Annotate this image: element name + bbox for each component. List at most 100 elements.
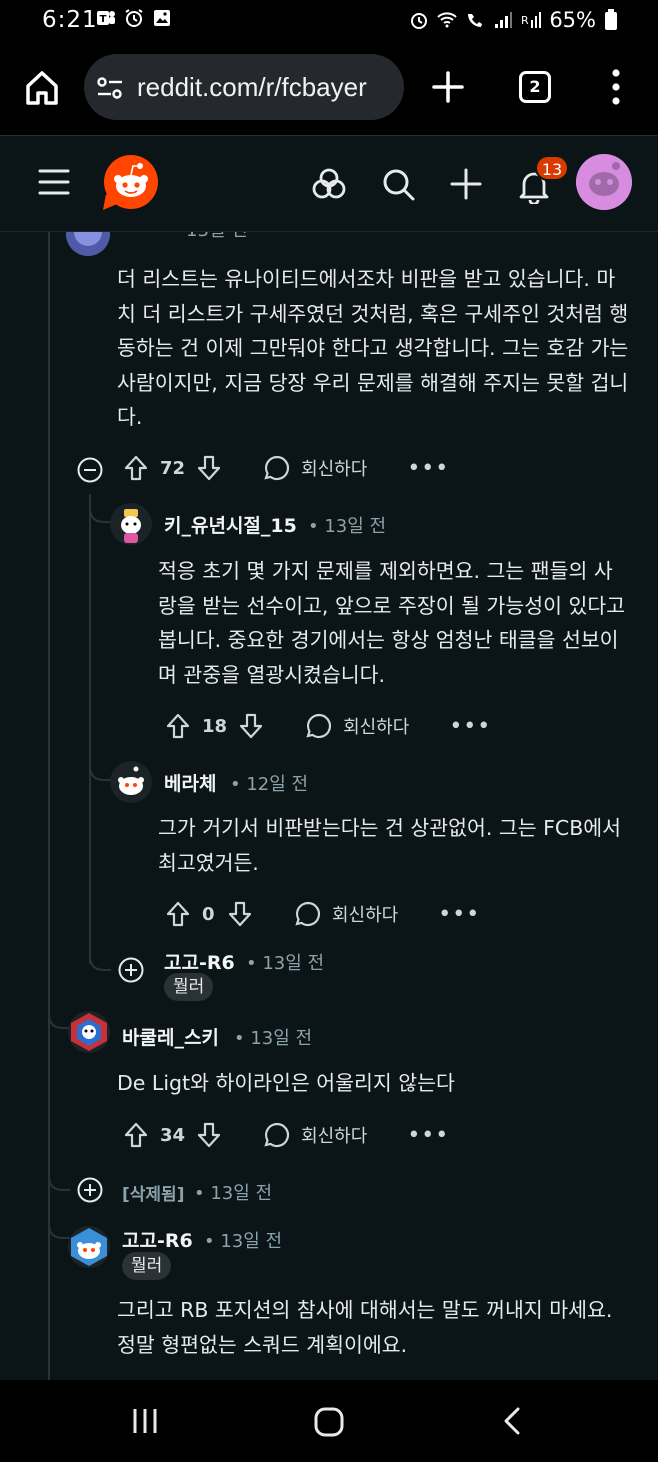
url-text: reddit.com/r/fcbayer	[137, 72, 367, 102]
comments-thread: 13일 전 더 리스트는 유나이티드에서조차 비판을 받고 있습니다. 마치 더…	[0, 232, 658, 1380]
c4-username[interactable]: 고고-R6	[164, 948, 235, 975]
c2-body: 적응 초기 몇 가지 문제를 제외하면요. 그는 팬들의 사랑을 받는 선수이고…	[158, 559, 626, 687]
notification-badge: 13	[535, 155, 569, 181]
c1-reply-label: 회신하다	[301, 459, 368, 480]
svg-text:T: T	[100, 14, 107, 25]
thread-branch	[48, 1210, 70, 1239]
c1-time: 13일 전	[186, 232, 248, 242]
c2-vote-count: 18	[202, 715, 228, 737]
upvote-icon[interactable]	[122, 1121, 150, 1149]
thread-line-c1	[89, 494, 91, 964]
create-post-icon[interactable]	[448, 166, 484, 202]
user-avatar[interactable]	[576, 154, 632, 210]
downvote-icon[interactable]	[226, 900, 254, 928]
c5-body: De Ligt와 하이라인은 어울리지 않는다	[117, 1071, 455, 1095]
browser-menu-icon[interactable]	[604, 66, 628, 108]
c5-username[interactable]: 바쿨레_스키	[122, 1023, 219, 1050]
recent-apps-icon[interactable]	[130, 1406, 160, 1436]
c1-more-options-icon[interactable]: •••	[407, 456, 449, 481]
alarm-icon	[125, 9, 143, 27]
upvote-icon[interactable]	[122, 454, 150, 482]
c5-time: • 13일 전	[234, 1028, 313, 1049]
site-settings-icon[interactable]	[96, 76, 124, 100]
back-icon[interactable]	[500, 1406, 526, 1436]
c5-vote-count: 34	[160, 1124, 186, 1146]
reddit-logo-icon[interactable]	[103, 154, 159, 210]
c7-avatar-icon	[71, 1228, 107, 1266]
user-avatar-icon	[576, 154, 632, 210]
c2-time: • 13일 전	[308, 516, 387, 537]
new-tab-icon[interactable]	[430, 69, 466, 105]
c2-actions: 18 회신하다 •••	[164, 708, 491, 744]
c1-avatar[interactable]	[66, 232, 110, 256]
c3-body: 그가 거기서 비판받는다는 건 상관없어. 그는 FCB에서 최고였거든.	[158, 816, 621, 875]
collapse-icon[interactable]	[77, 457, 103, 483]
tab-switcher-button[interactable]: 2	[519, 71, 551, 103]
c7-time: • 13일 전	[204, 1231, 283, 1252]
browser-toolbar: reddit.com/r/fcbayer 2	[0, 40, 658, 136]
downvote-icon[interactable]	[195, 1121, 223, 1149]
wifi-call-icon	[468, 14, 483, 27]
popular-icon[interactable]	[311, 166, 347, 202]
battery-icon	[605, 9, 617, 30]
c5-actions: 34 회신하다 •••	[122, 1117, 449, 1153]
c7-username[interactable]: 고고-R6	[122, 1226, 193, 1253]
c3-vote-count: 0	[202, 903, 215, 925]
downvote-icon[interactable]	[195, 454, 223, 482]
thread-branch	[48, 1162, 70, 1191]
c5-reply-label: 회신하다	[301, 1126, 368, 1147]
c3-username[interactable]: 베라체	[164, 769, 216, 796]
home-nav-icon[interactable]	[313, 1406, 345, 1438]
home-icon[interactable]	[22, 68, 62, 108]
c6-username: [삭제됨]	[122, 1180, 184, 1205]
signal-icon	[495, 12, 513, 28]
c5-more-options-icon[interactable]: •••	[407, 1123, 449, 1148]
c3-more-options-icon[interactable]: •••	[438, 902, 480, 927]
reddit-header: 13	[0, 136, 658, 232]
thread-line-root	[48, 232, 50, 1380]
c6-time: • 13일 전	[194, 1183, 273, 1204]
expand-icon[interactable]	[77, 1177, 103, 1203]
reply-bubble-icon	[264, 455, 290, 481]
expand-icon[interactable]	[118, 957, 144, 983]
address-bar[interactable]: reddit.com/r/fcbayer	[84, 54, 404, 120]
c2-avatar-icon	[110, 503, 152, 545]
c2-avatar[interactable]	[110, 503, 152, 545]
c2-username[interactable]: 키_유년시절_15	[164, 511, 297, 538]
gallery-icon	[154, 10, 170, 26]
thread-branch	[89, 752, 111, 781]
status-time: 6:21	[42, 7, 98, 33]
thread-branch	[89, 942, 111, 971]
c3-avatar[interactable]	[110, 761, 152, 803]
c2-reply-button[interactable]: 회신하다	[305, 712, 409, 740]
c5-avatar[interactable]	[68, 1011, 110, 1053]
c3-reply-label: 회신하다	[332, 905, 399, 926]
search-icon[interactable]	[380, 166, 416, 202]
wifi-icon	[437, 12, 458, 28]
menu-icon[interactable]	[38, 168, 70, 196]
battery-percent: 65%	[549, 8, 596, 32]
signal-icon-2: R	[521, 12, 542, 28]
c2-reply-label: 회신하다	[343, 717, 410, 738]
system-nav-bar	[0, 1380, 658, 1462]
c4-flair: 뭘러	[164, 973, 214, 1001]
c3-avatar-icon	[110, 761, 152, 803]
upvote-icon[interactable]	[164, 712, 192, 740]
c3-time: • 12일 전	[230, 774, 309, 795]
upvote-icon[interactable]	[164, 900, 192, 928]
alarm-icon	[411, 13, 428, 29]
c3-reply-button[interactable]: 회신하다	[294, 900, 398, 928]
reply-bubble-icon	[306, 713, 332, 739]
c2-more-options-icon[interactable]: •••	[449, 714, 491, 739]
c5-reply-button[interactable]: 회신하다	[263, 1121, 367, 1149]
c1-body: 더 리스트는 유나이티드에서조차 비판을 받고 있습니다. 마치 더 리스트가 …	[117, 267, 629, 429]
status-bar: 6:21 T R 65%	[0, 0, 658, 40]
status-right-icons: R 65%	[409, 8, 618, 32]
c7-avatar[interactable]	[68, 1226, 110, 1268]
downvote-icon[interactable]	[237, 712, 265, 740]
c7-body: 그리고 RB 포지션의 참사에 대해서는 말도 꺼내지 마세요. 정말 형편없는…	[117, 1298, 613, 1357]
thread-branch	[89, 494, 111, 523]
status-left-icons: T	[96, 8, 172, 28]
c1-reply-button[interactable]: 회신하다	[263, 454, 367, 482]
reply-bubble-icon	[264, 1122, 290, 1148]
